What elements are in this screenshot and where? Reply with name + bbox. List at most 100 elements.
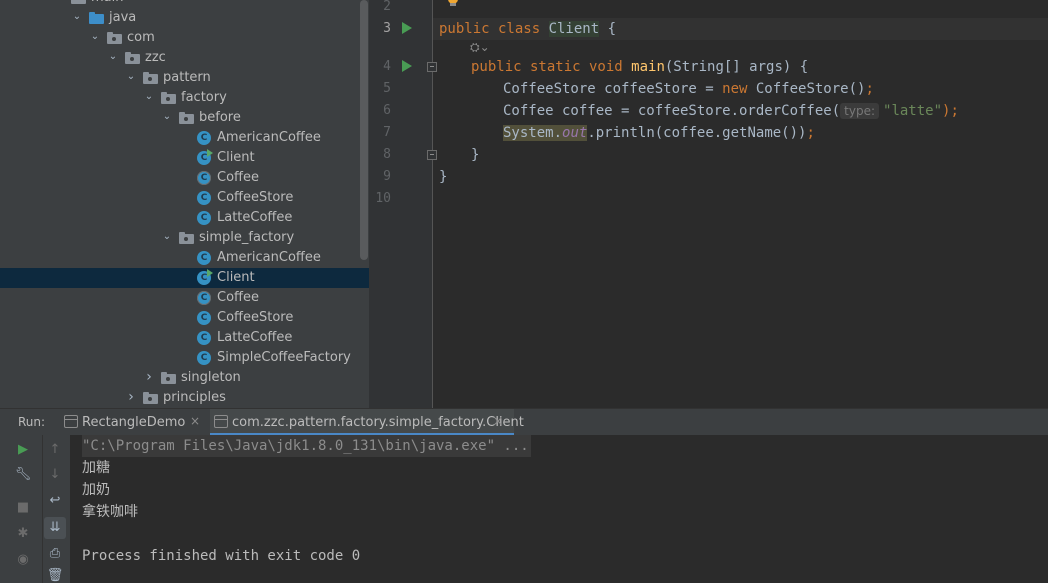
package-icon — [143, 392, 158, 404]
run-main-gutter-icon[interactable] — [402, 60, 412, 72]
tab-rectangle-demo[interactable]: RectangleDemo × — [58, 409, 208, 436]
tree-item-label: principles — [163, 390, 226, 405]
rerun-icon[interactable]: ▶ — [14, 441, 32, 459]
code-line-3: public class Client { — [439, 18, 616, 40]
print-icon[interactable]: ⎙ — [46, 545, 64, 563]
project-tree: ⌄ main ⌄ java ⌄ com ⌄ zzc ⌄ pattern ⌄ factory ⌄ befor… — [0, 0, 369, 408]
tree-item-label: Client — [217, 270, 255, 285]
wrench-icon[interactable]: 🔧︎ — [14, 466, 32, 484]
class-name: Client — [548, 21, 600, 37]
close-icon[interactable]: × — [493, 414, 503, 428]
package-icon — [161, 92, 176, 104]
tree-item-label: pattern — [163, 70, 211, 85]
tree-item-label: AmericanCoffee — [217, 250, 321, 265]
run-class-gutter-icon[interactable] — [402, 22, 412, 34]
trash-icon[interactable]: 🗑︎ — [46, 567, 64, 583]
chevron-right-icon[interactable]: › — [143, 370, 155, 384]
line-number: 8 — [383, 147, 391, 162]
tree-item[interactable]: ⌄ com — [0, 28, 369, 48]
close-icon[interactable]: × — [190, 414, 200, 428]
tree-item[interactable]: C LatteCoffee — [0, 328, 369, 348]
arrow-down-icon[interactable]: ↓ — [46, 466, 64, 484]
camera-icon[interactable]: ◉ — [14, 551, 32, 569]
soft-wrap-icon[interactable]: ↩ — [46, 492, 64, 510]
tree-item-label: AmericanCoffee — [217, 130, 321, 145]
class-icon: C — [197, 351, 211, 365]
class-icon: C — [197, 291, 211, 305]
chevron-down-icon[interactable]: ⌄ — [161, 230, 173, 244]
line-number: 3 — [383, 21, 391, 36]
class-icon: C — [197, 191, 211, 205]
tree-item[interactable]: C CoffeeStore — [0, 308, 369, 328]
tree-item-label: factory — [181, 90, 227, 105]
chevron-down-icon[interactable]: ⌄ — [161, 110, 173, 124]
fold-marker-icon[interactable] — [427, 150, 437, 160]
tree-item-label: Coffee — [217, 290, 259, 305]
tree-item[interactable]: ⌄ pattern — [0, 68, 369, 88]
scroll-to-end-icon[interactable]: ⇊ — [44, 517, 66, 539]
code-line-8: } — [471, 147, 480, 163]
tree-item[interactable]: ⌄ before — [0, 108, 369, 128]
class-icon: C — [197, 269, 213, 285]
debug-icon[interactable]: ✱ — [14, 525, 32, 543]
chevron-down-icon[interactable]: ⌄ — [89, 30, 101, 44]
code-line-9: } — [439, 169, 448, 185]
tree-item[interactable]: › principles — [0, 388, 369, 408]
arrow-up-icon[interactable]: ↑ — [46, 441, 64, 459]
code-text: CoffeeStore coffeeStore = — [503, 81, 723, 97]
tree-item-label: CoffeeStore — [217, 190, 294, 205]
class-ref: System. — [503, 125, 563, 141]
chevron-down-icon[interactable]: ⌄ — [53, 0, 65, 4]
tree-item[interactable]: C Client — [0, 268, 369, 288]
chevron-down-icon[interactable]: ⌄ — [71, 10, 83, 24]
tree-item[interactable]: › singleton — [0, 368, 369, 388]
folder-icon — [71, 0, 86, 4]
class-icon: C — [197, 171, 211, 185]
tab-simple-factory-client[interactable]: com.zzc.pattern.factory.simple_factory.C… — [210, 409, 524, 436]
code-text: { — [599, 21, 617, 37]
parameter-hint: type: — [840, 103, 880, 119]
tree-item-label: Client — [217, 150, 255, 165]
tree-item[interactable]: ⌄ main — [0, 0, 369, 8]
run-label: Run: — [18, 415, 46, 429]
tree-item[interactable]: C Client — [0, 148, 369, 168]
keyword: new — [722, 81, 748, 97]
tree-item[interactable]: C Coffee — [0, 168, 369, 188]
chevron-down-icon[interactable]: ⌄ — [125, 70, 137, 84]
keyword: public static void — [471, 59, 632, 75]
tree-item[interactable]: C AmericanCoffee — [0, 128, 369, 148]
tree-item-label: CoffeeStore — [217, 310, 294, 325]
package-icon — [107, 32, 122, 44]
tree-scrollbar[interactable] — [360, 0, 368, 260]
tree-item-label: Coffee — [217, 170, 259, 185]
tree-item[interactable]: ⌄ factory — [0, 88, 369, 108]
tree-item[interactable]: C LatteCoffee — [0, 208, 369, 228]
lightbulb-icon[interactable] — [447, 0, 459, 8]
tree-item[interactable]: C AmericanCoffee — [0, 248, 369, 268]
line-number: 9 — [383, 169, 391, 184]
tree-item[interactable]: C Coffee — [0, 288, 369, 308]
chevron-down-icon[interactable]: ⌄ — [107, 50, 119, 64]
class-icon: C — [197, 251, 211, 265]
tree-item[interactable]: ⌄ zzc — [0, 48, 369, 68]
package-icon — [161, 372, 176, 384]
tree-item-label: before — [199, 110, 241, 125]
console-command-line: "C:\Program Files\Java\jdk1.8.0_131\bin\… — [82, 435, 531, 457]
code-line-6: Coffee coffee = coffeeStore.orderCoffee(… — [503, 100, 959, 122]
fold-marker-icon[interactable] — [427, 62, 437, 72]
tree-item[interactable]: C CoffeeStore — [0, 188, 369, 208]
chevron-right-icon[interactable]: › — [125, 390, 137, 404]
tree-item-label: LatteCoffee — [217, 330, 293, 345]
tree-item[interactable]: C SimpleCoffeeFactory — [0, 348, 369, 368]
line-number: 2 — [383, 0, 391, 14]
project-tree-panel: ⌄ main ⌄ java ⌄ com ⌄ zzc ⌄ pattern ⌄ factory ⌄ befor… — [0, 0, 369, 408]
chevron-down-icon[interactable]: ⌄ — [143, 90, 155, 104]
package-icon — [179, 232, 194, 244]
implementation-marker-icon[interactable]: ⛭⌄ — [470, 40, 490, 55]
stop-icon[interactable]: ■ — [14, 499, 32, 517]
code-text: CoffeeStore() — [747, 81, 866, 97]
tree-item[interactable]: ⌄ simple_factory — [0, 228, 369, 248]
code-text: Coffee coffee = coffeeStore.orderCoffee( — [503, 103, 841, 119]
tree-item[interactable]: ⌄ java — [0, 8, 369, 28]
line-number: 7 — [383, 125, 391, 140]
